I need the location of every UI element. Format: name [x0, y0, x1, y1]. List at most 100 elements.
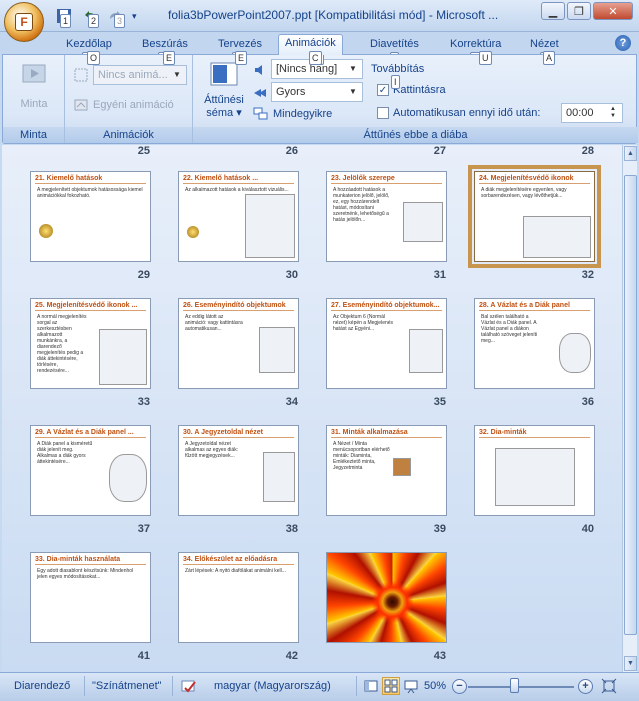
restore-button[interactable]: ❐	[567, 2, 591, 20]
slide-thumbnail[interactable]: 28. A Vázlat és a Diák panel Bal szélen …	[474, 298, 595, 389]
slide-thumbnail[interactable]: 27. Eseményindító objektumok... Az Objek…	[326, 298, 447, 389]
slide-thumbnail-selected[interactable]: 24. Megjelenítésvédő ikonok A diák megje…	[468, 165, 601, 268]
quick-access-toolbar: 1 2 3 ▾	[54, 6, 144, 28]
fractal-image	[327, 553, 446, 642]
zoom-slider-thumb[interactable]	[510, 678, 519, 693]
speed-icon	[253, 86, 267, 100]
chevron-down-icon: ▼	[349, 64, 357, 73]
slide-thumbnail[interactable]: 30. A Jegyzetoldal nézet A Jegyzetoldal …	[178, 425, 299, 516]
theme-status[interactable]: "Színátmenet"	[92, 680, 162, 692]
slide-number: 31	[433, 269, 446, 281]
scroll-up-button[interactable]: ▲	[624, 146, 637, 161]
tab-diavetites[interactable]: DiavetítésI	[364, 36, 425, 66]
slide-number: 43	[433, 650, 446, 662]
slide-number: 37	[137, 523, 150, 535]
on-click-checkbox[interactable]: ✓ Kattintásra	[377, 84, 446, 96]
group-minta: Minta Minta	[3, 55, 65, 143]
slide-number: 33	[137, 396, 150, 408]
animation-select[interactable]: Nincs animá... ▼	[93, 65, 187, 85]
custom-animation-button[interactable]: Egyéni animáció	[73, 97, 174, 113]
slide-thumbnail[interactable]: 23. Jelölők szerepe A hozzáadott hatások…	[326, 171, 447, 262]
screenshot-image	[263, 452, 295, 502]
language-status[interactable]: magyar (Magyarország)	[214, 680, 331, 692]
slideshow-view-button[interactable]	[402, 677, 420, 695]
slide-thumbnail[interactable]: 34. Előkészület az előadásra Zárt lépése…	[178, 552, 299, 643]
window-title: folia3bPowerPoint2007.ppt [Kompatibilitá…	[168, 8, 499, 22]
zoom-in-button[interactable]: +	[578, 679, 593, 694]
slide-sorter[interactable]: 25 26 27 28 21. Kiemelő hatások A megjel…	[2, 145, 622, 672]
customize-qat-button[interactable]: ▾	[132, 6, 144, 26]
slide-sorter-icon	[384, 679, 398, 693]
screenshot-image	[403, 202, 443, 242]
group-label-animaciok: Animációk	[65, 127, 192, 143]
screenshot-image	[495, 448, 575, 506]
spinner-icon: ▲ ▼	[610, 106, 616, 119]
keytip: 1	[60, 14, 72, 28]
normal-view-icon	[364, 680, 378, 692]
slide-number: 34	[285, 396, 298, 408]
undo-button[interactable]: 2	[80, 6, 100, 28]
group-label-transition: Áttűnés ebbe a diába	[193, 127, 638, 143]
slide-number: 39	[433, 523, 446, 535]
screenshot-image	[559, 333, 591, 373]
speed-select[interactable]: Gyors ▼	[271, 82, 363, 102]
fit-window-icon	[601, 678, 617, 694]
screenshot-image	[99, 329, 147, 385]
slide-number: 26	[285, 145, 298, 157]
slide-thumbnail[interactable]: 21. Kiemelő hatások A megjelenített obje…	[30, 171, 151, 262]
normal-view-button[interactable]	[362, 677, 380, 695]
group-label-minta: Minta	[3, 127, 64, 143]
group-animaciok: Nincs animá... ▼ O E Egyéni animáció Anim…	[65, 51, 193, 143]
zoom-out-button[interactable]: −	[452, 679, 467, 694]
tab-korrektura[interactable]: KorrektúraU	[444, 36, 507, 66]
advance-time-input[interactable]: 00:00 ▲ ▼	[561, 103, 623, 123]
zoom-slider[interactable]	[468, 686, 574, 688]
smiley-icon	[39, 224, 53, 238]
fit-to-window-button[interactable]	[600, 677, 618, 695]
slide-thumbnail[interactable]	[326, 552, 447, 643]
scroll-thumb[interactable]	[624, 175, 637, 635]
custom-animation-icon	[74, 99, 88, 111]
slide-number: 38	[285, 523, 298, 535]
slide-number: 25	[137, 145, 150, 157]
vertical-scrollbar[interactable]: ▲ ▼	[622, 145, 637, 672]
slideshow-icon	[404, 680, 418, 694]
checkbox-unchecked	[377, 107, 389, 119]
spellcheck-icon[interactable]	[180, 680, 198, 697]
slide-thumbnail[interactable]: 25. Megjelenítésvédő ikonok ... A normál…	[30, 298, 151, 389]
ribbon: Minta Minta Nincs animá... ▼ O E Egyéni a…	[2, 51, 638, 144]
minimize-button[interactable]: ▁	[541, 2, 565, 20]
slide-number: 36	[581, 396, 594, 408]
slide-thumbnail[interactable]: 22. Kiemelő hatások ... Az alkalmazott h…	[178, 171, 299, 262]
save-button[interactable]: 1	[54, 6, 74, 28]
screenshot-image	[409, 329, 443, 373]
status-bar: Diarendező "Színátmenet" magyar (Magyaro…	[0, 672, 639, 701]
office-logo-icon: F	[15, 13, 33, 31]
office-button[interactable]: F	[4, 2, 44, 42]
checkbox-checked: ✓	[377, 84, 389, 96]
slide-thumbnail[interactable]: 26. Eseményindító objektumok Az eddig lá…	[178, 298, 299, 389]
slide-number: 29	[137, 269, 150, 281]
view-status: Diarendező	[14, 680, 71, 692]
transition-scheme-button[interactable]: Áttűnési séma ▾	[199, 59, 249, 119]
tab-animaciok[interactable]: Animációk C	[278, 34, 343, 65]
slide-sorter-view-button[interactable]	[382, 677, 400, 695]
zoom-level[interactable]: 50%	[424, 680, 446, 692]
close-button[interactable]: ✕	[593, 2, 633, 20]
preview-button[interactable]: Minta	[11, 59, 57, 110]
scroll-down-button[interactable]: ▼	[624, 656, 637, 671]
slide-thumbnail[interactable]: 33. Dia-minták használata Egy adott dias…	[30, 552, 151, 643]
slide-number: 40	[581, 523, 594, 535]
smiley-icon	[187, 226, 199, 238]
redo-button[interactable]: 3	[106, 6, 126, 28]
image-thumb	[393, 458, 411, 476]
slide-thumbnail[interactable]: 32. Dia-minták	[474, 425, 595, 516]
apply-all-button[interactable]: Mindegyikre	[253, 107, 332, 121]
help-icon[interactable]: ?	[615, 35, 631, 51]
slide-number: 35	[433, 396, 446, 408]
slide-thumbnail[interactable]: 31. Minták alkalmazása A Nézet / Minta m…	[326, 425, 447, 516]
screenshot-image	[109, 454, 147, 502]
slide-number: 32	[581, 269, 594, 281]
slide-thumbnail[interactable]: 29. A Vázlat és a Diák panel ... A Diák …	[30, 425, 151, 516]
auto-advance-checkbox[interactable]: Automatikusan ennyi idő után:	[377, 107, 540, 119]
